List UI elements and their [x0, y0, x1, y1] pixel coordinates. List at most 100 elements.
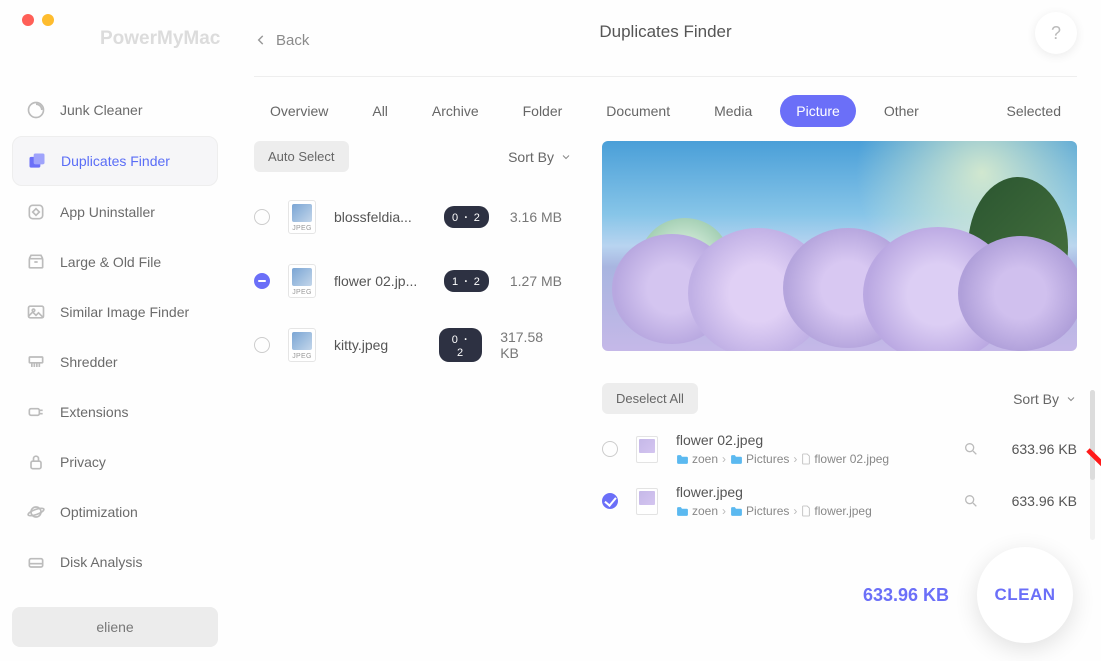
group-size: 3.16 MB: [510, 209, 572, 225]
sidebar: PowerMyMac Junk Cleaner Duplicates Finde…: [0, 0, 230, 661]
reveal-in-finder-button[interactable]: [963, 493, 979, 509]
window-controls: [22, 14, 218, 26]
sidebar-nav: Junk Cleaner Duplicates Finder App Unins…: [12, 86, 218, 607]
file-thumb-icon: JPEG: [288, 264, 316, 298]
total-selected-size: 633.96 KB: [863, 585, 949, 606]
planet-icon: [26, 502, 46, 522]
sidebar-item-label: Large & Old File: [60, 254, 161, 270]
scrollbar-thumb[interactable]: [1090, 390, 1095, 480]
sidebar-item-extensions[interactable]: Extensions: [12, 388, 218, 436]
sidebar-item-label: Similar Image Finder: [60, 304, 189, 320]
reveal-in-finder-button[interactable]: [963, 441, 979, 457]
group-row[interactable]: JPEG flower 02.jp... 1 ･ 2 1.27 MB: [254, 264, 572, 298]
folder-icon: Pictures: [730, 504, 789, 518]
breadcrumb-separator: ›: [793, 504, 797, 518]
box-icon: [26, 252, 46, 272]
duplicate-checkbox[interactable]: [602, 441, 618, 457]
duplicate-checkbox[interactable]: [602, 493, 618, 509]
sidebar-item-shredder[interactable]: Shredder: [12, 338, 218, 386]
duplicate-row[interactable]: flower.jpeg zoen › Pictures › flower.jpe…: [602, 484, 1077, 518]
sidebar-item-app-uninstaller[interactable]: App Uninstaller: [12, 188, 218, 236]
sidebar-item-label: Extensions: [60, 404, 128, 420]
duplicate-info: flower.jpeg zoen › Pictures › flower.jpe…: [676, 484, 945, 518]
file-icon: flower.jpeg: [801, 504, 871, 518]
sidebar-item-label: Duplicates Finder: [61, 153, 170, 169]
auto-select-button[interactable]: Auto Select: [254, 141, 349, 172]
sidebar-item-large-old-file[interactable]: Large & Old File: [12, 238, 218, 286]
group-name: kitty.jpeg: [334, 337, 421, 353]
tab-folder[interactable]: Folder: [507, 95, 579, 127]
help-icon: ?: [1051, 23, 1061, 44]
folder-icon: zoen: [676, 504, 718, 518]
sidebar-item-junk-cleaner[interactable]: Junk Cleaner: [12, 86, 218, 134]
tab-document[interactable]: Document: [590, 95, 686, 127]
group-count-badge: 1 ･ 2: [444, 270, 489, 292]
group-checkbox[interactable]: [254, 273, 270, 289]
group-controls: Auto Select Sort By: [254, 141, 572, 172]
clean-button[interactable]: CLEAN: [977, 547, 1073, 643]
group-list: JPEG blossfeldia... 0 ･ 2 3.16 MB JPEG f…: [254, 200, 572, 362]
sidebar-item-label: Junk Cleaner: [60, 102, 143, 118]
group-list-panel: Auto Select Sort By JPEG blossfeldia... …: [254, 141, 572, 661]
deselect-all-button[interactable]: Deselect All: [602, 383, 698, 414]
sidebar-item-disk-analysis[interactable]: Disk Analysis: [12, 538, 218, 586]
sidebar-item-privacy[interactable]: Privacy: [12, 438, 218, 486]
group-sort-by-dropdown[interactable]: Sort By: [508, 149, 572, 165]
group-checkbox[interactable]: [254, 209, 270, 225]
app-window: PowerMyMac Junk Cleaner Duplicates Finde…: [0, 0, 1101, 661]
image-preview: [602, 141, 1077, 351]
tab-overview[interactable]: Overview: [254, 95, 344, 127]
group-name: flower 02.jp...: [334, 273, 426, 289]
duplicate-info: flower 02.jpeg zoen › Pictures › flower …: [676, 432, 945, 466]
sort-by-label: Sort By: [1013, 391, 1059, 407]
app-name: PowerMyMac: [100, 28, 220, 50]
user-account-button[interactable]: eliene: [12, 607, 218, 647]
clean-label: CLEAN: [994, 585, 1055, 605]
help-button[interactable]: ?: [1035, 12, 1077, 54]
group-size: 317.58 KB: [500, 329, 572, 361]
main-panel: Back Duplicates Finder ? Overview All Ar…: [230, 0, 1101, 661]
sidebar-item-optimization[interactable]: Optimization: [12, 488, 218, 536]
tab-media[interactable]: Media: [698, 95, 768, 127]
chevron-left-icon: [254, 33, 268, 47]
tab-selected[interactable]: Selected: [991, 95, 1077, 127]
tab-picture[interactable]: Picture: [780, 95, 856, 127]
duplicate-size: 633.96 KB: [997, 441, 1077, 457]
file-thumb-icon: JPEG: [288, 328, 316, 362]
file-thumb-icon: [636, 436, 658, 463]
sidebar-item-similar-image-finder[interactable]: Similar Image Finder: [12, 288, 218, 336]
chevron-down-icon: [560, 151, 572, 163]
file-thumb-icon: [636, 488, 658, 515]
duplicate-row[interactable]: flower 02.jpeg zoen › Pictures › flower …: [602, 432, 1077, 466]
group-count-badge: 0 ･ 2: [439, 328, 482, 362]
broom-icon: [26, 100, 46, 120]
breadcrumb-separator: ›: [793, 452, 797, 466]
group-row[interactable]: JPEG kitty.jpeg 0 ･ 2 317.58 KB: [254, 328, 572, 362]
duplicate-sort-by-dropdown[interactable]: Sort By: [1013, 391, 1077, 407]
group-name: blossfeldia...: [334, 209, 426, 225]
lock-icon: [26, 452, 46, 472]
group-row[interactable]: JPEG blossfeldia... 0 ･ 2 3.16 MB: [254, 200, 572, 234]
sidebar-item-label: Privacy: [60, 454, 106, 470]
tab-archive[interactable]: Archive: [416, 95, 495, 127]
close-window-button[interactable]: [22, 14, 34, 26]
minimize-window-button[interactable]: [42, 14, 54, 26]
tab-all[interactable]: All: [356, 95, 404, 127]
breadcrumb-separator: ›: [722, 504, 726, 518]
duplicate-path: zoen › Pictures › flower.jpeg: [676, 504, 945, 518]
back-button[interactable]: Back: [254, 32, 309, 49]
shredder-icon: [26, 352, 46, 372]
folder-icon: Pictures: [730, 452, 789, 466]
file-thumb-icon: JPEG: [288, 200, 316, 234]
tab-other[interactable]: Other: [868, 95, 935, 127]
group-count-badge: 0 ･ 2: [444, 206, 489, 228]
back-label: Back: [276, 32, 309, 49]
folder-icon: zoen: [676, 452, 718, 466]
disk-icon: [26, 552, 46, 572]
sidebar-item-label: App Uninstaller: [60, 204, 155, 220]
chevron-down-icon: [1065, 393, 1077, 405]
sort-by-label: Sort By: [508, 149, 554, 165]
group-checkbox[interactable]: [254, 337, 270, 353]
duplicate-name: flower 02.jpeg: [676, 432, 945, 448]
sidebar-item-duplicates-finder[interactable]: Duplicates Finder: [12, 136, 218, 186]
